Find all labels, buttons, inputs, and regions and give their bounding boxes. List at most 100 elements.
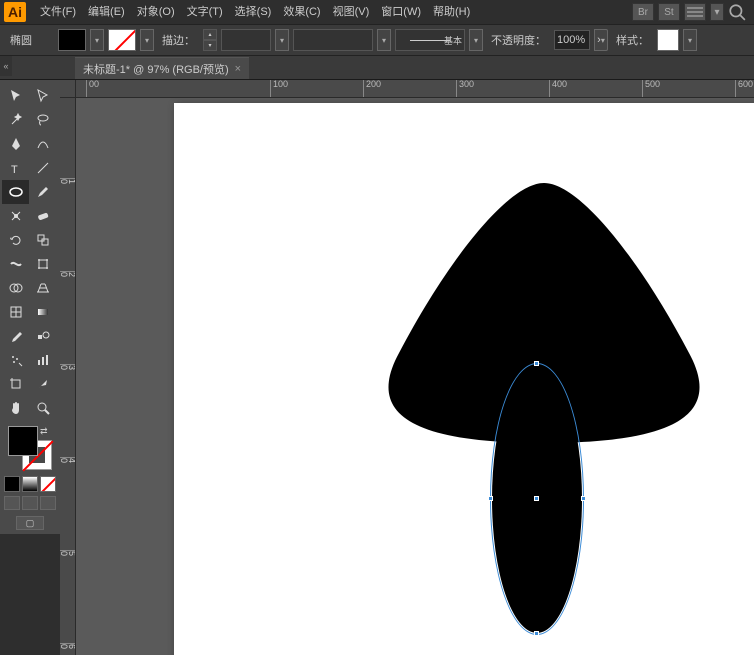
horizontal-ruler[interactable]: 00 100 200 300 400 500 600 bbox=[76, 80, 754, 98]
stroke-swatch[interactable] bbox=[108, 29, 136, 51]
ruler-v-tick: 300 bbox=[60, 364, 76, 370]
style-dropdown[interactable] bbox=[683, 29, 697, 51]
direct-selection-tool[interactable] bbox=[29, 84, 56, 108]
stock-button[interactable]: St bbox=[658, 3, 680, 21]
selection-handle-bottom[interactable] bbox=[534, 631, 539, 636]
search-icon[interactable] bbox=[728, 3, 746, 21]
default-fill-stroke-icon[interactable] bbox=[8, 458, 20, 470]
menu-help[interactable]: 帮助(H) bbox=[427, 0, 476, 24]
ruler-h-tick: 500 bbox=[642, 80, 660, 98]
symbol-sprayer-tool[interactable] bbox=[2, 348, 29, 372]
selection-handle-right[interactable] bbox=[581, 496, 586, 501]
paintbrush-tool[interactable] bbox=[29, 180, 56, 204]
variable-width-dropdown[interactable] bbox=[377, 29, 391, 51]
ruler-v-tick: 200 bbox=[60, 271, 76, 277]
scale-tool[interactable] bbox=[29, 228, 56, 252]
fill-stroke-control[interactable]: ⇄ bbox=[8, 426, 52, 470]
workspace: 00 100 200 300 400 500 600 100 200 300 4… bbox=[60, 80, 754, 655]
gradient-tool[interactable] bbox=[29, 300, 56, 324]
ruler-h-tick: 100 bbox=[270, 80, 288, 98]
type-tool[interactable]: T bbox=[2, 156, 29, 180]
document-tab[interactable]: 未标题-1* @ 97% (RGB/预览) × bbox=[75, 57, 249, 79]
ruler-v-tick: 600 bbox=[60, 643, 76, 649]
selection-handle-left[interactable] bbox=[488, 496, 493, 501]
free-transform-tool[interactable] bbox=[29, 252, 56, 276]
control-bar: 椭圆 描边： ▴▾ 基本 不透明度： › 样式： bbox=[0, 24, 754, 56]
fill-dropdown[interactable] bbox=[90, 29, 104, 51]
shape-type-label: 椭圆 bbox=[6, 32, 36, 48]
draw-behind-button[interactable] bbox=[22, 496, 38, 510]
width-tool[interactable] bbox=[2, 252, 29, 276]
canvas[interactable] bbox=[76, 98, 754, 655]
artboard[interactable] bbox=[174, 103, 754, 655]
ruler-h-tick: 00 bbox=[86, 80, 99, 98]
hand-tool[interactable] bbox=[2, 396, 29, 420]
ruler-v-tick: 100 bbox=[60, 178, 76, 184]
pen-tool[interactable] bbox=[2, 132, 29, 156]
shape-builder-tool[interactable] bbox=[2, 276, 29, 300]
perspective-grid-tool[interactable] bbox=[29, 276, 56, 300]
zoom-tool[interactable] bbox=[29, 396, 56, 420]
panel-dock-collapse[interactable] bbox=[0, 56, 12, 76]
brush-dropdown[interactable] bbox=[469, 29, 483, 51]
slice-tool[interactable] bbox=[29, 372, 56, 396]
color-mode-button[interactable] bbox=[4, 476, 20, 492]
stroke-dropdown[interactable] bbox=[140, 29, 154, 51]
magic-wand-tool[interactable] bbox=[2, 108, 29, 132]
draw-normal-button[interactable] bbox=[4, 496, 20, 510]
rotate-tool[interactable] bbox=[2, 228, 29, 252]
style-label: 样式： bbox=[612, 32, 653, 48]
stroke-weight-spinner[interactable]: ▴▾ bbox=[203, 29, 217, 51]
artboard-tool[interactable] bbox=[2, 372, 29, 396]
selection-handle-top[interactable] bbox=[534, 361, 539, 366]
menu-effect[interactable]: 效果(C) bbox=[277, 0, 326, 24]
menu-window[interactable]: 窗口(W) bbox=[375, 0, 427, 24]
menu-type[interactable]: 文字(T) bbox=[181, 0, 229, 24]
lasso-tool[interactable] bbox=[29, 108, 56, 132]
eraser-tool[interactable] bbox=[29, 204, 56, 228]
ruler-h-tick: 600 bbox=[735, 80, 753, 98]
screen-mode-button[interactable]: ▢ bbox=[16, 516, 44, 530]
ruler-origin[interactable] bbox=[60, 80, 76, 98]
variable-width-profile[interactable] bbox=[293, 29, 373, 51]
ellipse-tool[interactable] bbox=[2, 180, 29, 204]
fill-color-swatch[interactable] bbox=[8, 426, 38, 456]
menu-file[interactable]: 文件(F) bbox=[34, 0, 82, 24]
swap-fill-stroke-icon[interactable]: ⇄ bbox=[40, 426, 52, 438]
eyedropper-tool[interactable] bbox=[2, 324, 29, 348]
stroke-weight-field[interactable] bbox=[221, 29, 271, 51]
menu-select[interactable]: 选择(S) bbox=[229, 0, 278, 24]
stroke-label: 描边： bbox=[158, 32, 199, 48]
brush-definition[interactable]: 基本 bbox=[395, 29, 465, 51]
shaper-tool[interactable] bbox=[2, 204, 29, 228]
line-segment-tool[interactable] bbox=[29, 156, 56, 180]
none-mode-button[interactable] bbox=[40, 476, 56, 492]
opacity-dropdown[interactable]: › bbox=[594, 29, 608, 51]
app-logo: Ai bbox=[4, 2, 26, 22]
menu-edit[interactable]: 编辑(E) bbox=[82, 0, 131, 24]
workspace-switcher[interactable]: ▾ bbox=[710, 3, 724, 21]
blend-tool[interactable] bbox=[29, 324, 56, 348]
bridge-button[interactable]: Br bbox=[632, 3, 654, 21]
fill-swatch[interactable] bbox=[58, 29, 86, 51]
ruler-v-tick: 500 bbox=[60, 550, 76, 556]
opacity-input[interactable] bbox=[554, 30, 590, 50]
selection-center-point[interactable] bbox=[534, 496, 539, 501]
draw-inside-button[interactable] bbox=[40, 496, 56, 510]
curvature-tool[interactable] bbox=[29, 132, 56, 156]
style-swatch[interactable] bbox=[657, 29, 679, 51]
arrange-documents-button[interactable] bbox=[684, 3, 706, 21]
gradient-mode-button[interactable] bbox=[22, 476, 38, 492]
ruler-h-tick: 200 bbox=[363, 80, 381, 98]
menu-view[interactable]: 视图(V) bbox=[327, 0, 376, 24]
selection-tool[interactable] bbox=[2, 84, 29, 108]
svg-text:T: T bbox=[11, 164, 18, 176]
mesh-tool[interactable] bbox=[2, 300, 29, 324]
document-title: 未标题-1* @ 97% (RGB/预览) bbox=[83, 61, 229, 77]
tools-panel: T ⇄ bbox=[0, 80, 60, 534]
column-graph-tool[interactable] bbox=[29, 348, 56, 372]
close-tab-icon[interactable]: × bbox=[235, 63, 241, 75]
stroke-weight-dropdown[interactable] bbox=[275, 29, 289, 51]
menu-object[interactable]: 对象(O) bbox=[131, 0, 181, 24]
vertical-ruler[interactable]: 100 200 300 400 500 600 bbox=[60, 98, 76, 655]
